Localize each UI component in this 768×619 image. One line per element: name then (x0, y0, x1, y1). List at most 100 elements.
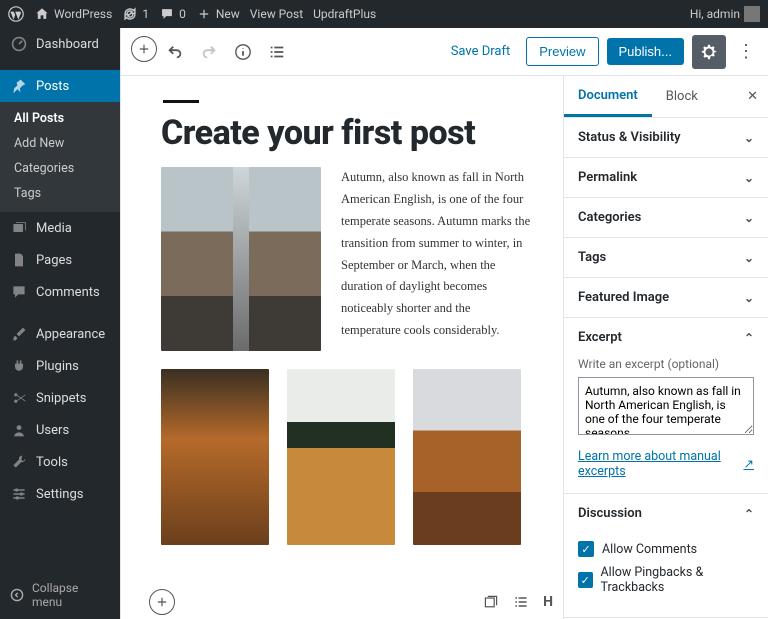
paragraph-block[interactable]: Autumn, also known as fall in North Amer… (341, 167, 533, 351)
panel-discussion[interactable]: Discussion⌃ (564, 494, 768, 533)
site-link[interactable]: WordPress (34, 6, 112, 22)
settings-sidebar: Document Block ✕ Status & Visibility⌄ Pe… (563, 76, 768, 619)
add-block-button[interactable] (149, 589, 175, 615)
chevron-down-icon: ⌄ (744, 171, 754, 185)
menu-tools[interactable]: Tools (0, 446, 120, 478)
menu-snippets[interactable]: Snippets (0, 382, 120, 414)
gallery-block[interactable] (161, 369, 533, 545)
tab-block[interactable]: Block (652, 76, 712, 117)
dashboard-icon (10, 35, 28, 53)
gallery-image[interactable] (161, 369, 269, 545)
menu-dashboard[interactable]: Dashboard (0, 28, 120, 60)
panel-tags[interactable]: Tags⌄ (564, 238, 768, 277)
comments-count: 0 (179, 7, 186, 21)
panel-permalink[interactable]: Permalink⌄ (564, 158, 768, 197)
more-menu[interactable]: ⋮ (734, 41, 758, 62)
pin-icon (10, 77, 28, 95)
workspace: Dashboard Posts All Posts Add New Catego… (0, 28, 768, 619)
allow-comments-row[interactable]: ✓Allow Comments (578, 541, 754, 557)
outline-button[interactable] (261, 36, 293, 68)
close-settings[interactable]: ✕ (737, 89, 768, 104)
list-suggest-icon[interactable] (513, 594, 529, 610)
comments-link[interactable]: 0 (159, 6, 186, 22)
chevron-up-icon: ⌃ (744, 507, 754, 521)
site-name: WordPress (54, 7, 112, 21)
menu-posts[interactable]: Posts (0, 70, 120, 102)
scissors-icon (10, 389, 28, 407)
view-post-link[interactable]: View Post (250, 7, 303, 21)
submenu-tags[interactable]: Tags (0, 181, 120, 206)
menu-settings[interactable]: Settings (0, 478, 120, 510)
editor-toolbar: Save Draft Preview Publish... ⋮ (121, 28, 768, 76)
gallery-image[interactable] (287, 369, 395, 545)
excerpt-help-link[interactable]: Learn more about manual excerpts↗ (578, 449, 754, 479)
chevron-up-icon: ⌃ (744, 331, 754, 345)
greeting: Hi, admin (690, 7, 740, 21)
new-link[interactable]: New (196, 6, 240, 22)
menu-appearance[interactable]: Appearance (0, 318, 120, 350)
new-label: New (216, 7, 240, 21)
preview-button[interactable]: Preview (526, 37, 598, 66)
tab-document[interactable]: Document (564, 76, 652, 117)
publish-button[interactable]: Publish... (607, 38, 684, 65)
wordpress-icon (8, 6, 24, 22)
submenu-all-posts[interactable]: All Posts (0, 106, 120, 131)
updraft-link[interactable]: UpdraftPlus (313, 7, 376, 21)
admin-bar: WordPress 1 0 New View Post UpdraftPlus … (0, 0, 768, 28)
avatar (744, 6, 760, 22)
hero-image-block[interactable] (161, 167, 321, 351)
menu-comments[interactable]: Comments (0, 276, 120, 308)
submenu-categories[interactable]: Categories (0, 156, 120, 181)
panel-categories[interactable]: Categories⌄ (564, 198, 768, 237)
info-button[interactable] (227, 36, 259, 68)
collapse-menu[interactable]: Collapse menu (0, 571, 120, 619)
panel-excerpt[interactable]: Excerpt⌃ (564, 318, 768, 357)
menu-media[interactable]: Media (0, 212, 120, 244)
excerpt-hint: Write an excerpt (optional) (578, 357, 754, 371)
settings-tabs: Document Block ✕ (564, 76, 768, 118)
refresh-icon (122, 6, 138, 22)
excerpt-textarea[interactable] (578, 377, 754, 435)
gallery-image[interactable] (413, 369, 521, 545)
redo-button[interactable] (193, 36, 225, 68)
sliders-icon (10, 485, 28, 503)
comment-icon (159, 6, 175, 22)
gallery-suggest-icon[interactable] (483, 594, 499, 610)
chevron-down-icon: ⌄ (744, 211, 754, 225)
account-link[interactable]: Hi, admin (690, 6, 760, 22)
posts-submenu: All Posts Add New Categories Tags (0, 102, 120, 212)
separator-block[interactable] (163, 100, 199, 103)
updates-count: 1 (142, 7, 149, 21)
media-icon (10, 219, 28, 237)
collapse-icon (10, 588, 24, 602)
block-inserter-footer: H (149, 589, 553, 615)
save-draft-button[interactable]: Save Draft (443, 38, 519, 65)
menu-pages[interactable]: Pages (0, 244, 120, 276)
submenu-add-new[interactable]: Add New (0, 131, 120, 156)
updates-link[interactable]: 1 (122, 6, 149, 22)
user-icon (10, 421, 28, 439)
admin-menu: Dashboard Posts All Posts Add New Catego… (0, 28, 120, 619)
panel-status[interactable]: Status & Visibility⌄ (564, 118, 768, 157)
checkbox-checked-icon[interactable]: ✓ (578, 541, 594, 557)
menu-users[interactable]: Users (0, 414, 120, 446)
chevron-down-icon: ⌄ (744, 131, 754, 145)
chevron-down-icon: ⌄ (744, 251, 754, 265)
add-block-button[interactable] (131, 36, 157, 62)
undo-button[interactable] (159, 36, 191, 68)
heading-suggest[interactable]: H (543, 594, 553, 610)
allow-pingbacks-row[interactable]: ✓Allow Pingbacks & Trackbacks (578, 565, 754, 595)
page-icon (10, 251, 28, 269)
wp-logo[interactable] (8, 6, 24, 22)
home-icon (34, 6, 50, 22)
checkbox-checked-icon[interactable]: ✓ (578, 572, 593, 588)
post-title[interactable]: Create your first post (161, 113, 533, 153)
menu-plugins[interactable]: Plugins (0, 350, 120, 382)
panel-featured-image[interactable]: Featured Image⌄ (564, 278, 768, 317)
editor-canvas[interactable]: Create your first post Autumn, also know… (121, 76, 563, 619)
settings-toggle[interactable] (692, 35, 726, 69)
external-icon: ↗ (744, 456, 754, 472)
editor: Save Draft Preview Publish... ⋮ Create y… (120, 28, 768, 619)
plus-icon (196, 6, 212, 22)
comment-icon (10, 283, 28, 301)
